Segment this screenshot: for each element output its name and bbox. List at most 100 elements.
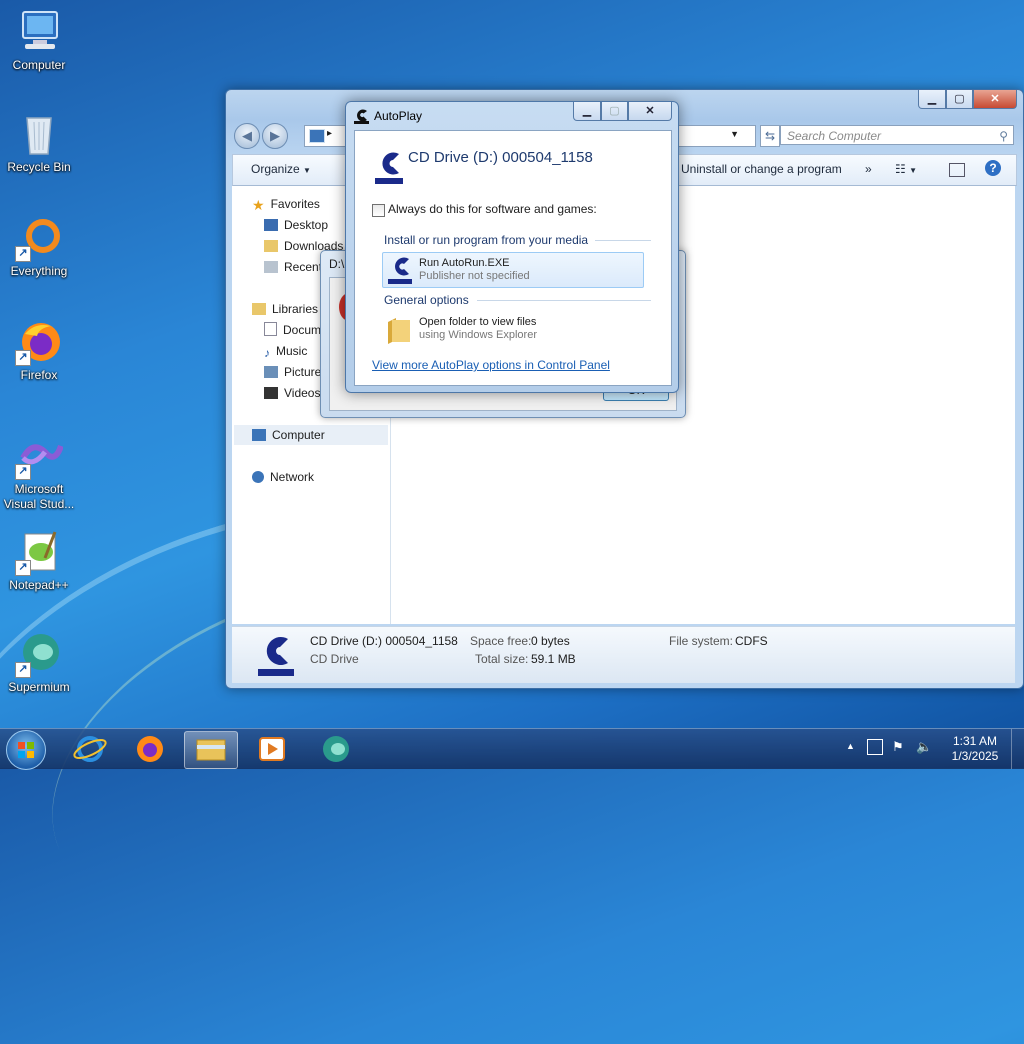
action-center-icon[interactable]: [867, 739, 883, 755]
taskbar-media-player-button[interactable]: [246, 731, 298, 767]
breadcrumb-arrow-icon: ▸: [327, 128, 333, 139]
open-folder-option[interactable]: Open folder to view files using Windows …: [382, 312, 642, 346]
nav-network[interactable]: Network: [252, 467, 314, 487]
autoplay-dialog: AutoPlay ▁ ▢ ✕ CD Drive (D:) 000504_1158…: [345, 101, 679, 393]
back-button[interactable]: ◀: [234, 123, 260, 149]
nav-pictures[interactable]: Picture: [264, 362, 321, 382]
windows-logo-icon: [18, 742, 34, 758]
maximize-button[interactable]: ▢: [946, 90, 973, 109]
internet-explorer-icon: [73, 736, 107, 762]
file-system-value: CDFS: [735, 634, 768, 648]
desktop-icon-supermium[interactable]: ↗ Supermium: [2, 630, 76, 694]
open-folder-subtitle: using Windows Explorer: [419, 329, 537, 341]
nav-label: Picture: [284, 365, 322, 379]
desktop-icon-label: Everything: [10, 264, 68, 278]
nav-videos[interactable]: Videos: [264, 383, 320, 403]
nav-libraries[interactable]: Libraries: [252, 299, 318, 319]
autoplay-title-icon: [354, 108, 369, 124]
window-controls: ▁ ▢ ✕: [918, 90, 1017, 109]
search-icon[interactable]: ⚲: [999, 126, 1008, 146]
autoplay-close-button[interactable]: ✕: [628, 102, 672, 121]
section-divider: [477, 300, 651, 301]
flag-icon[interactable]: ⚑: [892, 739, 904, 755]
media-player-icon: [259, 737, 285, 761]
nav-music[interactable]: ♪ Music: [264, 341, 307, 361]
section-general-heading: General options: [384, 293, 469, 307]
desktop-icon-notepad-plus[interactable]: ↗ Notepad++: [2, 528, 76, 592]
star-icon: ★: [252, 197, 265, 213]
nav-computer[interactable]: Computer: [234, 425, 388, 445]
nav-label: Recent: [284, 260, 323, 274]
search-input[interactable]: Search Computer ⚲: [780, 125, 1014, 145]
nav-favorites[interactable]: ★ Favorites: [252, 194, 320, 214]
show-desktop-button[interactable]: [1011, 729, 1024, 769]
clock[interactable]: 1:31 AM 1/3/2025: [944, 734, 1006, 764]
desktop-icon-visual-studio[interactable]: ↗ Microsoft Visual Stud...: [2, 432, 76, 512]
nav-documents[interactable]: Docum: [264, 320, 321, 340]
nav-label: Docum: [283, 323, 322, 337]
desktop-icon-label: Supermium: [8, 680, 70, 694]
taskbar-firefox-button[interactable]: [124, 731, 176, 767]
refresh-button[interactable]: ⇆: [760, 125, 780, 147]
desktop-icon-everything[interactable]: ↗ Everything: [2, 214, 76, 278]
run-autorun-title: Run AutoRun.EXE: [419, 257, 510, 269]
folder-icon: [386, 314, 412, 344]
desktop-icon-computer[interactable]: Computer: [2, 8, 76, 72]
autorun-app-icon: [388, 255, 412, 285]
recycle-bin-icon: [15, 110, 63, 158]
drive-name: CD Drive (D:) 000504_1158: [310, 634, 458, 648]
shortcut-arrow-icon: ↗: [15, 662, 31, 678]
section-divider: [595, 240, 651, 241]
more-commands-button[interactable]: »: [865, 162, 872, 176]
desktop-icon-firefox[interactable]: ↗ Firefox: [2, 318, 76, 382]
start-button[interactable]: [6, 730, 46, 770]
autoplay-body: CD Drive (D:) 000504_1158 Always do this…: [354, 130, 672, 386]
nav-recent[interactable]: Recent: [264, 257, 322, 277]
minimize-button[interactable]: ▁: [918, 90, 946, 109]
run-autorun-option[interactable]: Run AutoRun.EXE Publisher not specified: [382, 252, 644, 288]
nav-desktop[interactable]: Desktop: [264, 215, 328, 235]
shortcut-arrow-icon: ↗: [15, 464, 31, 480]
preview-pane-icon[interactable]: [949, 163, 965, 177]
always-checkbox-label[interactable]: Always do this for software and games:: [388, 202, 597, 216]
taskbar-ie-button[interactable]: [64, 731, 116, 767]
clock-time: 1:31 AM: [952, 734, 998, 748]
taskbar-explorer-button[interactable]: [184, 731, 238, 769]
forward-button[interactable]: ▶: [262, 123, 288, 149]
open-folder-title: Open folder to view files: [419, 316, 537, 328]
autoplay-window-controls: ▁ ▢ ✕: [573, 102, 672, 121]
clock-date: 1/3/2025: [951, 749, 999, 763]
uninstall-program-button[interactable]: Uninstall or change a program: [681, 162, 842, 176]
computer-icon: [15, 8, 63, 56]
help-icon[interactable]: ?: [985, 160, 1001, 176]
downloads-folder-icon: [264, 240, 278, 252]
folder-icon: [196, 739, 226, 761]
visual-studio-icon: ↗: [15, 432, 64, 480]
music-icon: ♪: [264, 346, 270, 360]
autoplay-minimize-button[interactable]: ▁: [573, 102, 601, 121]
taskbar-supermium-button[interactable]: [310, 731, 362, 767]
total-size-label: Total size:: [475, 652, 529, 666]
nav-label: Desktop: [284, 218, 329, 232]
taskbar: ▲ ⚑ 🔈 1:31 AM 1/3/2025: [0, 728, 1024, 770]
desktop-icon-recycle-bin[interactable]: Recycle Bin: [2, 110, 76, 174]
show-hidden-icons-button[interactable]: ▲: [846, 741, 855, 751]
pictures-icon: [264, 366, 278, 378]
sysex-logo-icon: [375, 149, 403, 185]
videos-icon: [264, 387, 278, 399]
autoplay-maximize-button[interactable]: ▢: [601, 102, 628, 121]
shortcut-arrow-icon: ↗: [15, 560, 31, 576]
desktop-icon-label: Recycle Bin: [7, 160, 71, 174]
volume-muted-icon[interactable]: 🔈: [916, 739, 932, 755]
documents-icon: [264, 322, 277, 336]
view-options-icon[interactable]: ☷ ▼: [895, 162, 917, 176]
more-autoplay-options-link[interactable]: View more AutoPlay options in Control Pa…: [372, 358, 610, 372]
computer-icon: [252, 429, 266, 441]
organize-button[interactable]: Organize ▼: [251, 162, 311, 176]
close-button[interactable]: ✕: [973, 90, 1017, 109]
desktop-icon-label: Computer: [12, 58, 66, 72]
address-dropdown-icon[interactable]: ▼: [730, 129, 739, 139]
always-checkbox[interactable]: [372, 204, 385, 217]
network-icon: [252, 471, 264, 483]
desktop-icon-label: Firefox: [20, 368, 58, 382]
